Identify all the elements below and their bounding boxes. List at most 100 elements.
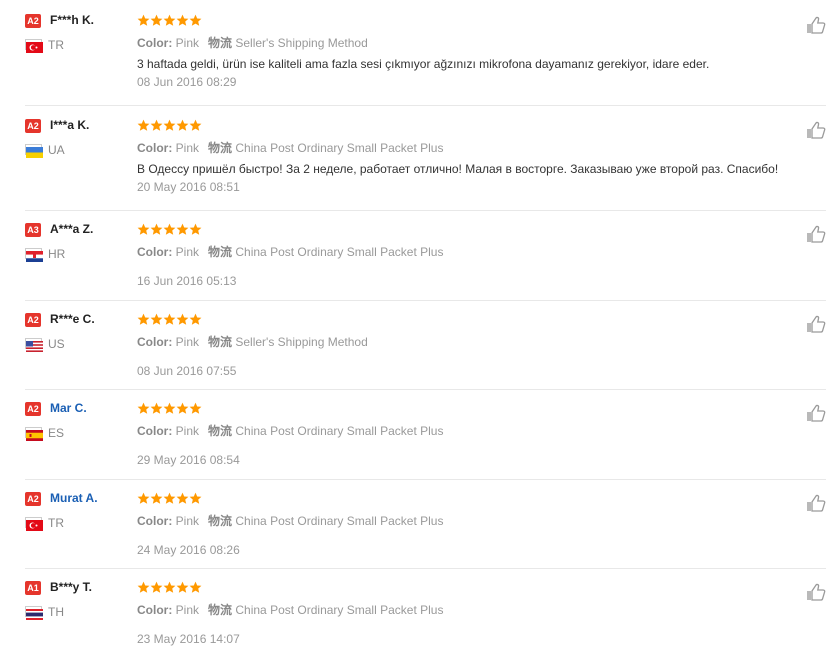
color-label: Color: — [137, 514, 173, 528]
review-date: 29 May 2016 08:54 — [137, 453, 240, 467]
shipping-label: 物流 — [208, 335, 233, 349]
turkey-flag-icon — [25, 517, 43, 531]
star-icon — [189, 581, 202, 594]
ukraine-flag-icon — [25, 144, 43, 158]
star-icon — [163, 581, 176, 594]
star-icon — [137, 581, 150, 594]
reviewer-name[interactable]: Murat A. — [50, 491, 98, 505]
color-label: Color: — [137, 424, 173, 438]
country-code: TR — [48, 516, 64, 530]
spain-flag-icon — [25, 427, 43, 441]
order-attributes: Color: Pink 物流 Seller's Shipping Method — [137, 333, 368, 350]
shipping-label: 物流 — [208, 245, 233, 259]
reviewer-name: F***h K. — [50, 13, 95, 27]
star-icon — [137, 223, 150, 236]
star-icon — [137, 313, 150, 326]
star-icon — [137, 402, 150, 415]
thumbs-up-icon[interactable] — [806, 315, 826, 333]
buyer-level-badge: A3 — [25, 223, 41, 237]
review-comment: В Одессу пришёл быстро! За 2 неделе, раб… — [137, 162, 779, 176]
shipping-method: Seller's Shipping Method — [235, 36, 368, 50]
shipping-label: 物流 — [208, 424, 233, 438]
thumbs-up-icon[interactable] — [806, 225, 826, 243]
country-code: TH — [48, 605, 64, 619]
star-icon — [150, 119, 163, 132]
star-icon — [189, 492, 202, 505]
color-label: Color: — [137, 603, 173, 617]
star-icon — [163, 313, 176, 326]
color-label: Color: — [137, 335, 173, 349]
buyer-level-badge: A2 — [25, 313, 41, 327]
color-value: Pink — [175, 141, 200, 155]
thumbs-up-icon[interactable] — [806, 583, 826, 601]
buyer-level-badge: A1 — [25, 581, 41, 595]
shipping-method: China Post Ordinary Small Packet Plus — [235, 514, 444, 528]
reviewer-name: I***a K. — [50, 118, 90, 132]
star-rating — [137, 402, 202, 415]
country-code: ES — [48, 426, 65, 440]
star-icon — [176, 492, 189, 505]
turkey-flag-icon — [25, 39, 43, 53]
color-value: Pink — [175, 245, 200, 259]
star-icon — [189, 223, 202, 236]
buyer-level-badge: A2 — [25, 14, 41, 28]
usa-flag-icon — [25, 338, 43, 352]
reviewer-name: R***e C. — [50, 312, 95, 326]
star-rating — [137, 492, 202, 505]
croatia-flag-icon — [25, 248, 43, 262]
star-icon — [189, 119, 202, 132]
country-code: TR — [48, 38, 64, 52]
review-item: A2 Murat A. TR Color: Pink 物流 China Post Ord… — [0, 488, 826, 577]
review-item: A2 Mar C. ES Color: Pink 物流 China Post Ordin… — [0, 398, 826, 488]
review-date: 08 Jun 2016 08:29 — [137, 75, 237, 89]
star-icon — [189, 402, 202, 415]
buyer-level-badge: A2 — [25, 402, 41, 416]
star-icon — [176, 14, 189, 27]
order-attributes: Color: Pink 物流 China Post Ordinary Small … — [137, 243, 443, 260]
star-icon — [163, 223, 176, 236]
shipping-method: China Post Ordinary Small Packet Plus — [235, 141, 444, 155]
review-comment: 3 haftada geldi, ürün ise kaliteli ama f… — [137, 57, 710, 71]
star-rating — [137, 119, 202, 132]
star-icon — [163, 402, 176, 415]
star-icon — [137, 14, 150, 27]
country-code: UA — [48, 143, 65, 157]
star-icon — [176, 313, 189, 326]
color-label: Color: — [137, 141, 173, 155]
reviewer-name[interactable]: Mar C. — [50, 401, 87, 415]
review-item: A2 R***e C. US Color: Pink 物流 Seller's Shipp… — [0, 309, 826, 398]
color-value: Pink — [175, 335, 200, 349]
star-icon — [189, 313, 202, 326]
review-item: A1 B***y T. TH Color: Pink 物流 China Post Ord… — [0, 577, 826, 649]
order-attributes: Color: Pink 物流 China Post Ordinary Small … — [137, 512, 443, 529]
review-date: 16 Jun 2016 05:13 — [137, 274, 237, 288]
star-icon — [150, 581, 163, 594]
country-code: US — [48, 337, 65, 351]
thumbs-up-icon[interactable] — [806, 404, 826, 422]
star-icon — [176, 223, 189, 236]
thumbs-up-icon[interactable] — [806, 16, 826, 34]
order-attributes: Color: Pink 物流 Seller's Shipping Method — [137, 34, 368, 51]
color-label: Color: — [137, 36, 173, 50]
thumbs-up-icon[interactable] — [806, 494, 826, 512]
color-value: Pink — [175, 424, 200, 438]
shipping-label: 物流 — [208, 141, 233, 155]
star-icon — [163, 14, 176, 27]
buyer-level-badge: A2 — [25, 119, 41, 133]
shipping-method: China Post Ordinary Small Packet Plus — [235, 603, 444, 617]
shipping-method: China Post Ordinary Small Packet Plus — [235, 245, 444, 259]
color-value: Pink — [175, 36, 200, 50]
review-divider — [25, 105, 826, 106]
star-icon — [189, 14, 202, 27]
star-icon — [176, 581, 189, 594]
star-icon — [137, 119, 150, 132]
thumbs-up-icon[interactable] — [806, 121, 826, 139]
star-rating — [137, 223, 202, 236]
star-icon — [163, 492, 176, 505]
review-item: A3 A***a Z. HR Color: Pink 物流 China Post Ord… — [0, 219, 826, 309]
star-icon — [176, 119, 189, 132]
review-item: A2 I***a K. UA Color: Pink 物流 China Post Ord… — [0, 115, 826, 219]
star-icon — [150, 14, 163, 27]
shipping-method: China Post Ordinary Small Packet Plus — [235, 424, 444, 438]
shipping-label: 物流 — [208, 36, 233, 50]
